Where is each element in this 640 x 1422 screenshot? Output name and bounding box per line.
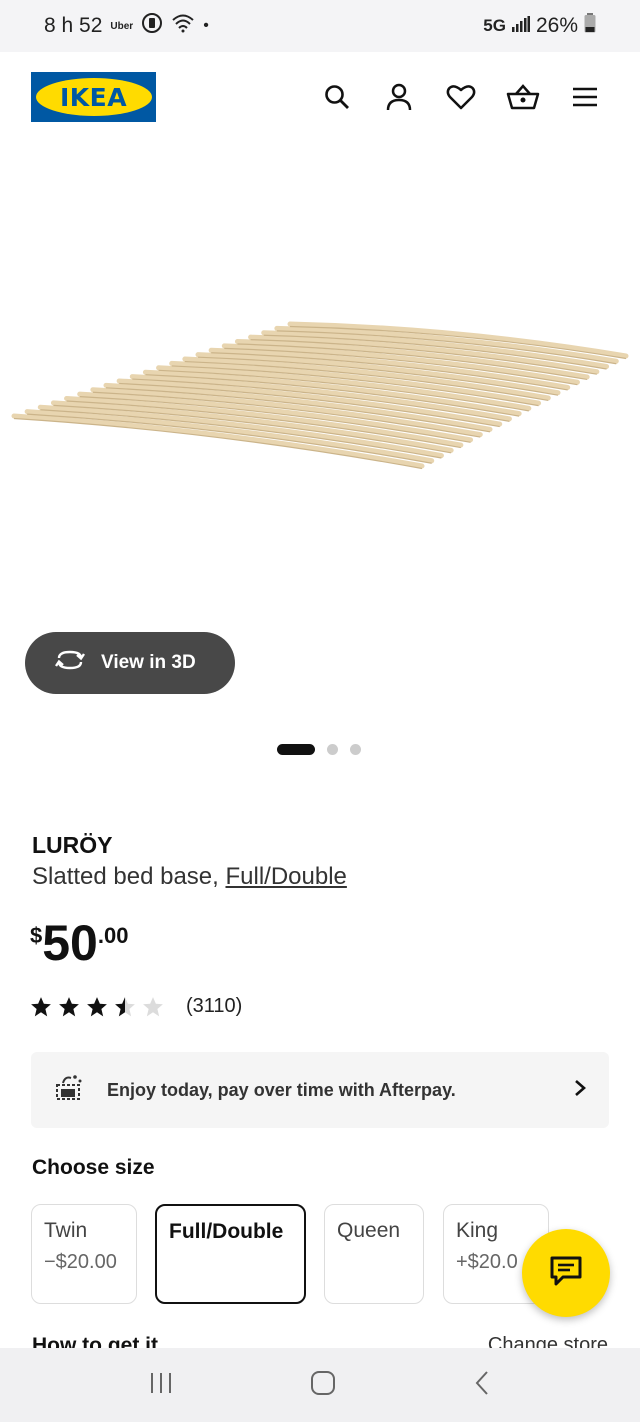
afterpay-banner[interactable]: Enjoy today, pay over time with Afterpay… bbox=[31, 1052, 609, 1128]
product-type: Slatted bed base, bbox=[32, 863, 226, 890]
status-dot: • bbox=[203, 17, 209, 34]
slatted-bed-base-illustration bbox=[11, 321, 629, 470]
uber-notification-icon: Uber bbox=[110, 20, 134, 32]
how-to-get-it-heading: How to get it bbox=[32, 1334, 158, 1348]
back-icon[interactable] bbox=[472, 1370, 492, 1401]
price-currency: $ bbox=[30, 923, 43, 948]
size-label: Queen bbox=[337, 1219, 401, 1242]
carousel-indicator bbox=[277, 744, 361, 755]
change-store-link[interactable]: Change store bbox=[488, 1334, 608, 1348]
choose-size-heading: Choose size bbox=[32, 1156, 155, 1179]
star-icon bbox=[115, 996, 135, 1016]
product-size-link[interactable]: Full/Double bbox=[225, 863, 346, 890]
afterpay-icon bbox=[53, 1073, 85, 1108]
battery-icon bbox=[584, 13, 596, 39]
home-icon[interactable] bbox=[310, 1370, 336, 1401]
view-in-3d-button[interactable]: View in 3D bbox=[25, 632, 235, 694]
carousel-dot[interactable] bbox=[327, 744, 338, 755]
signal-icon bbox=[511, 14, 530, 38]
recent-apps-icon[interactable] bbox=[148, 1370, 174, 1401]
search-icon[interactable] bbox=[320, 80, 354, 114]
ikea-logo[interactable]: IKEA bbox=[31, 72, 156, 122]
size-option-full-double[interactable]: Full/Double bbox=[155, 1204, 306, 1304]
afterpay-text: Enjoy today, pay over time with Afterpay… bbox=[107, 1079, 456, 1100]
product-price: $ 50 .00 bbox=[30, 915, 128, 971]
price-integer: 50 bbox=[42, 915, 98, 971]
star-icon bbox=[31, 996, 51, 1016]
size-option-queen[interactable]: Queen bbox=[324, 1204, 424, 1304]
status-bar: 8 h 52 Uber • 5G 26% bbox=[0, 0, 640, 52]
product-name: LURÖY bbox=[32, 832, 113, 858]
size-label: Twin bbox=[44, 1219, 88, 1242]
how-to-get-it-row: How to get it Change store bbox=[0, 1330, 640, 1348]
heart-icon[interactable] bbox=[444, 80, 478, 114]
carousel-dot[interactable] bbox=[350, 744, 361, 755]
battery-percent: 26% bbox=[535, 14, 578, 37]
star-icon bbox=[59, 996, 79, 1016]
star-icon bbox=[143, 996, 163, 1016]
menu-icon[interactable] bbox=[568, 80, 602, 114]
size-label: Full/Double bbox=[169, 1220, 284, 1243]
star-icon bbox=[87, 996, 107, 1016]
size-price-diff: −$20.00 bbox=[44, 1251, 117, 1273]
size-option-twin[interactable]: Twin −$20.00 bbox=[31, 1204, 137, 1304]
price-decimal: .00 bbox=[97, 923, 129, 948]
view-in-3d-label: View in 3D bbox=[101, 652, 196, 673]
product-rating[interactable]: (3110) bbox=[30, 995, 242, 1018]
carousel-dot-active[interactable] bbox=[277, 744, 315, 755]
chat-icon bbox=[549, 1255, 583, 1292]
chevron-right-icon bbox=[573, 1078, 587, 1103]
account-icon[interactable] bbox=[382, 80, 416, 114]
cart-icon[interactable] bbox=[506, 80, 540, 114]
rating-stars bbox=[30, 996, 164, 1018]
status-time: 8 h 52 bbox=[44, 14, 103, 37]
product-image[interactable] bbox=[0, 144, 640, 614]
review-count: (3110) bbox=[186, 995, 243, 1017]
network-type: 5G bbox=[483, 16, 506, 35]
chat-button[interactable] bbox=[522, 1229, 610, 1317]
header: IKEA bbox=[0, 52, 640, 144]
rotate-3d-icon bbox=[53, 648, 87, 678]
logo-text: IKEA bbox=[59, 82, 128, 112]
system-navigation-bar bbox=[0, 1348, 640, 1422]
size-label: King bbox=[456, 1219, 499, 1242]
notification-icon bbox=[141, 12, 163, 40]
wifi-icon bbox=[171, 13, 195, 39]
product-description: Slatted bed base, Full/Double bbox=[32, 863, 347, 891]
